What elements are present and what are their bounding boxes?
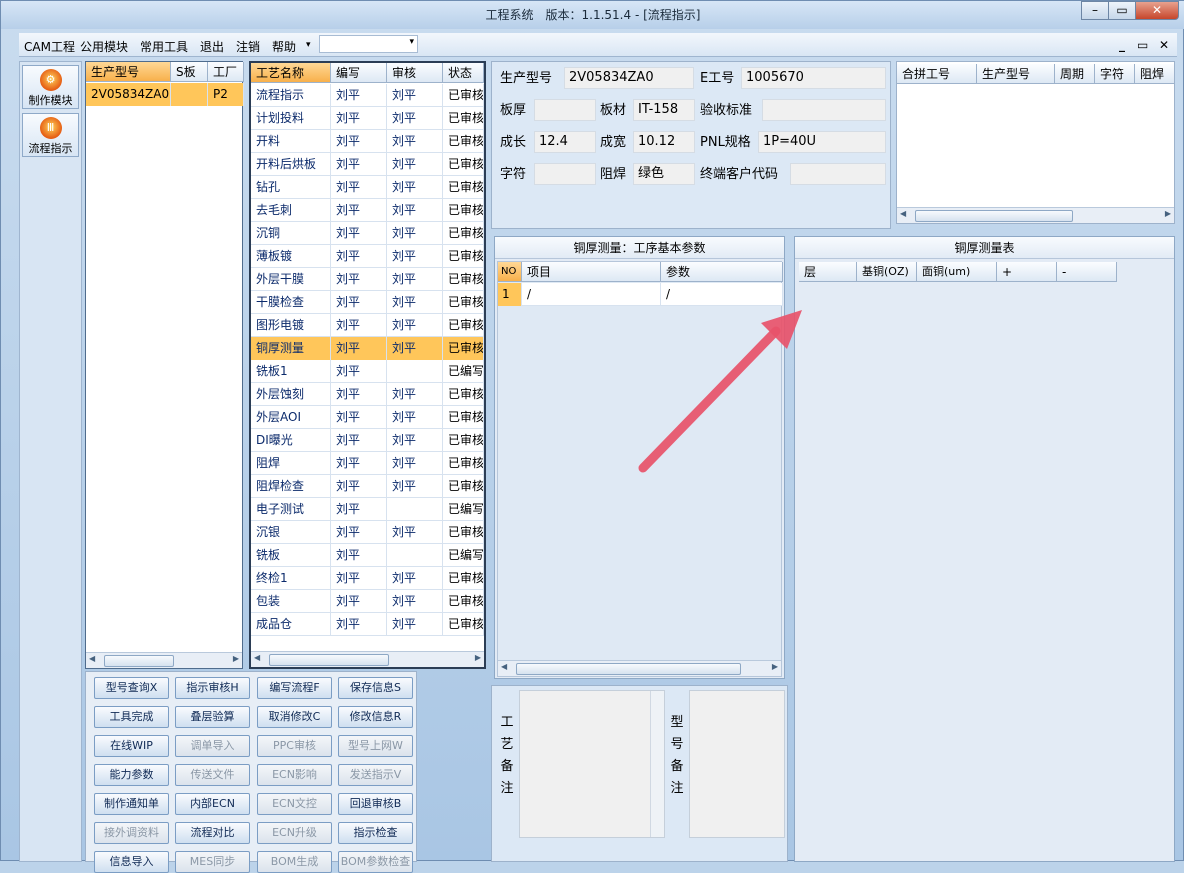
app-window: 工程系统 版本：1.1.51.4 - [流程指示] – ▭ ✕ CAM工程 公用…	[0, 0, 1184, 873]
annotation-arrow-icon	[638, 310, 802, 473]
